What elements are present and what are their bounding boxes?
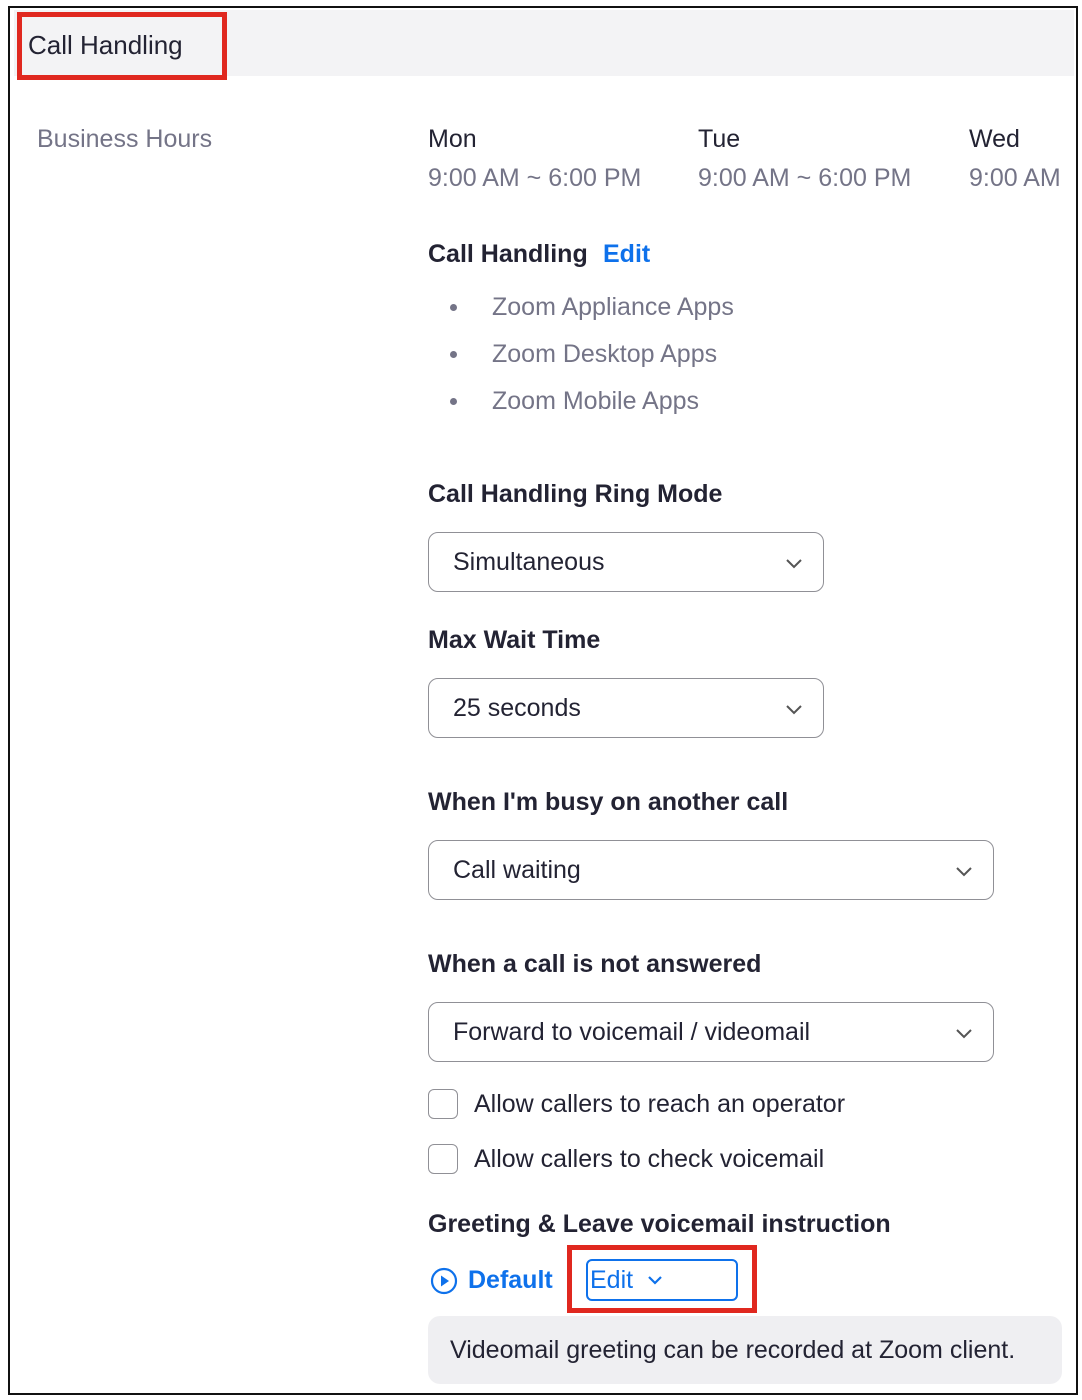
- busy-select[interactable]: Call waiting: [428, 840, 994, 900]
- bullet-icon: [450, 398, 457, 405]
- busy-label: When I'm busy on another call: [428, 788, 789, 816]
- max-wait-value: 25 seconds: [453, 693, 581, 722]
- edit-highlight-box: [567, 1245, 757, 1313]
- app-list: Zoom Appliance Apps Zoom Desktop Apps Zo…: [450, 284, 734, 425]
- day-wed: Wed 9:00 AM: [969, 125, 1061, 193]
- business-hours-label: Business Hours: [37, 125, 213, 153]
- reach-operator-checkbox[interactable]: [428, 1089, 458, 1119]
- not-answered-select[interactable]: Forward to voicemail / videomail: [428, 1002, 994, 1062]
- ring-mode-label: Call Handling Ring Mode: [428, 480, 723, 508]
- ring-mode-select[interactable]: Simultaneous: [428, 532, 824, 592]
- not-answered-label: When a call is not answered: [428, 950, 762, 978]
- bullet-icon: [450, 351, 457, 358]
- app-name: Zoom Appliance Apps: [492, 293, 734, 321]
- default-greeting-label: Default: [468, 1266, 553, 1294]
- day-name: Mon: [428, 125, 477, 153]
- day-hours: 9:00 AM ~ 6:00 PM: [428, 164, 642, 192]
- max-wait-label: Max Wait Time: [428, 626, 601, 654]
- list-item: Zoom Appliance Apps: [450, 284, 734, 331]
- call-handling-edit-link[interactable]: Edit: [603, 240, 650, 269]
- day-name: Wed: [969, 125, 1020, 153]
- day-hours: 9:00 AM: [969, 164, 1061, 192]
- greeting-label: Greeting & Leave voicemail instruction: [428, 1210, 891, 1238]
- bullet-icon: [450, 304, 457, 311]
- videomail-note: Videomail greeting can be recorded at Zo…: [428, 1316, 1062, 1384]
- check-voicemail-label: Allow callers to check voicemail: [474, 1144, 825, 1173]
- check-voicemail-option: Allow callers to check voicemail: [428, 1144, 824, 1174]
- check-voicemail-checkbox[interactable]: [428, 1144, 458, 1174]
- not-answered-value: Forward to voicemail / videomail: [453, 1017, 811, 1046]
- list-item: Zoom Mobile Apps: [450, 378, 734, 425]
- reach-operator-option: Allow callers to reach an operator: [428, 1089, 845, 1119]
- chevron-down-icon: [786, 705, 802, 715]
- day-mon: Mon 9:00 AM ~ 6:00 PM: [428, 125, 641, 193]
- day-tue: Tue 9:00 AM ~ 6:00 PM: [698, 125, 911, 193]
- list-item: Zoom Desktop Apps: [450, 331, 734, 378]
- reach-operator-label: Allow callers to reach an operator: [474, 1089, 846, 1118]
- play-circle-icon: [430, 1267, 458, 1294]
- app-name: Zoom Desktop Apps: [492, 340, 718, 368]
- day-hours: 9:00 AM ~ 6:00 PM: [698, 164, 912, 192]
- ring-mode-value: Simultaneous: [453, 547, 605, 576]
- app-name: Zoom Mobile Apps: [492, 387, 700, 415]
- chevron-down-icon: [956, 867, 972, 877]
- chevron-down-icon: [956, 1029, 972, 1039]
- call-handling-heading: Call Handling: [428, 240, 588, 268]
- busy-value: Call waiting: [453, 855, 581, 884]
- chevron-down-icon: [786, 559, 802, 569]
- tab-highlight-box: [17, 12, 227, 80]
- day-name: Tue: [698, 125, 741, 153]
- default-greeting-link[interactable]: Default: [430, 1266, 553, 1295]
- max-wait-select[interactable]: 25 seconds: [428, 678, 824, 738]
